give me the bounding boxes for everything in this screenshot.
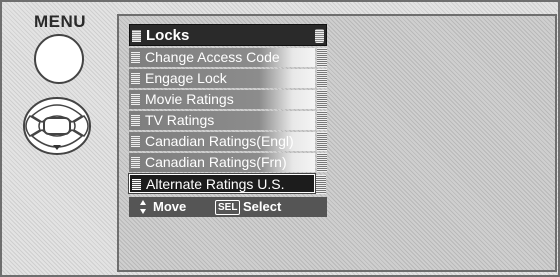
menu-item-engage-lock[interactable]: Engage Lock xyxy=(129,69,327,88)
dpad-icon xyxy=(23,97,91,155)
menu-item-canadian-ratings-frn[interactable]: Canadian Ratings(Frn) xyxy=(129,153,327,172)
directional-pad[interactable] xyxy=(22,96,92,156)
menu-item-movie-ratings[interactable]: Movie Ratings xyxy=(129,90,327,109)
menu-item-label: Change Access Code xyxy=(145,49,280,65)
item-bullet-icon xyxy=(131,136,140,147)
item-end-cap xyxy=(317,48,327,67)
remote-control: MENU xyxy=(6,4,116,274)
menu-title-bar: Locks xyxy=(129,24,327,46)
menu-item-alternate-ratings-us[interactable]: Alternate Ratings U.S. xyxy=(129,174,326,194)
tv-screen: Locks Change Access Code Engage Lock Mov… xyxy=(117,14,557,272)
menu-item-tv-ratings[interactable]: TV Ratings xyxy=(129,111,327,130)
menu-title: Locks xyxy=(146,27,190,44)
item-end-cap xyxy=(317,132,327,151)
up-down-arrows-icon xyxy=(140,200,146,214)
menu-item-canadian-ratings-engl[interactable]: Canadian Ratings(Engl) xyxy=(129,132,327,151)
item-end-cap xyxy=(317,69,327,88)
item-end-cap xyxy=(317,153,327,172)
menu-button[interactable] xyxy=(34,34,84,84)
title-bar-left-icon xyxy=(132,30,141,42)
menu-item-label: TV Ratings xyxy=(145,112,215,128)
item-end-cap xyxy=(317,90,327,109)
menu-item-label: Canadian Ratings(Engl) xyxy=(145,133,294,149)
locks-menu: Locks Change Access Code Engage Lock Mov… xyxy=(129,24,327,217)
menu-button-label: MENU xyxy=(34,12,87,31)
item-bullet-icon xyxy=(131,73,140,84)
item-bullet-icon xyxy=(131,157,140,168)
help-select-label: Select xyxy=(243,199,282,214)
item-bullet-icon xyxy=(131,52,140,63)
item-bullet-icon xyxy=(131,94,140,105)
menu-item-label: Alternate Ratings U.S. xyxy=(146,176,285,192)
menu-item-change-access-code[interactable]: Change Access Code xyxy=(129,48,327,67)
item-end-cap xyxy=(317,111,327,130)
help-bar: Move SEL Select xyxy=(129,197,327,217)
sel-key-icon: SEL xyxy=(215,200,241,215)
item-end-cap xyxy=(316,175,326,194)
illustration-frame: MENU Locks Change Access Code Engage Loc… xyxy=(0,0,560,277)
menu-item-label: Engage Lock xyxy=(145,70,227,86)
menu-item-label: Canadian Ratings(Frn) xyxy=(145,154,287,170)
item-bullet-icon xyxy=(132,179,141,190)
title-bar-right-icon xyxy=(315,29,324,43)
help-move-label: Move xyxy=(153,199,187,214)
item-bullet-icon xyxy=(131,115,140,126)
menu-item-label: Movie Ratings xyxy=(145,91,234,107)
